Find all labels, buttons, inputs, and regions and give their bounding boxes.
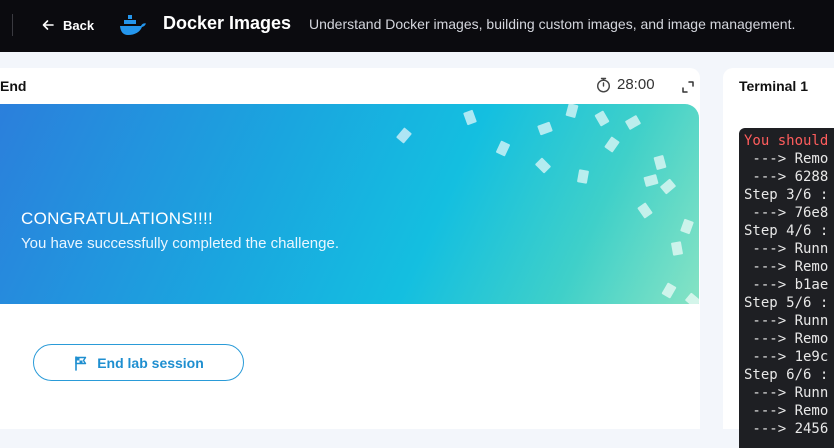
terminal-line: ---> 1e9c xyxy=(744,349,829,365)
confetti-piece xyxy=(653,154,667,171)
completion-message: You have successfully completed the chal… xyxy=(21,235,339,252)
confetti-piece xyxy=(680,218,694,235)
arrow-left-icon xyxy=(42,20,54,30)
terminal-line: ---> Remo xyxy=(744,151,829,167)
back-button[interactable]: Back xyxy=(40,13,94,37)
confetti-piece xyxy=(659,178,677,195)
timer-value: 28:00 xyxy=(617,76,655,93)
challenge-panel: End 28:00 CONGRATULATIONS!!!! You have s… xyxy=(0,68,700,429)
confetti-piece xyxy=(576,169,590,184)
confetti-piece xyxy=(537,121,553,136)
terminal-line: ---> Remo xyxy=(744,403,829,419)
stopwatch-icon xyxy=(596,77,611,93)
terminal-line: Step 5/6 : xyxy=(744,295,829,311)
confetti-piece xyxy=(624,114,642,131)
terminal-line: ---> b1ae xyxy=(744,277,829,293)
docker-whale-icon xyxy=(120,15,146,35)
terminal-line: ---> 76e8 xyxy=(744,205,829,221)
terminal-line: ---> Runn xyxy=(744,385,829,401)
terminal-line: Step 4/6 : xyxy=(744,223,829,239)
terminal-line: You should xyxy=(744,133,829,149)
terminal-line: ---> Runn xyxy=(744,313,829,329)
top-bar: Back Docker Images Understand Docker ima… xyxy=(0,0,834,52)
confetti-piece xyxy=(395,127,413,144)
terminal-line: ---> 6288 xyxy=(744,169,829,185)
terminal-output[interactable]: You should ---> Remo ---> 6288 Step 3/6 :… xyxy=(739,128,834,448)
confetti-piece xyxy=(670,241,684,256)
confetti-piece xyxy=(661,282,677,299)
confetti-piece xyxy=(463,109,477,126)
expand-icon[interactable] xyxy=(680,79,696,95)
confetti-piece xyxy=(594,110,610,127)
confetti-piece xyxy=(534,157,552,174)
confetti-piece xyxy=(495,140,511,157)
topbar-divider xyxy=(12,14,13,36)
end-lab-session-label: End lab session xyxy=(97,354,204,371)
terminal-line: ---> Remo xyxy=(744,259,829,275)
tab-terminal-1[interactable]: Terminal 1 xyxy=(723,68,824,104)
confetti-piece xyxy=(643,173,659,188)
terminal-panel: Terminal 1 You should ---> Remo ---> 628… xyxy=(723,68,834,448)
terminal-line: ---> Remo xyxy=(744,331,829,347)
confetti-piece xyxy=(565,104,579,119)
confetti-piece xyxy=(604,136,620,153)
congratulations-banner: CONGRATULATIONS!!!! You have successfull… xyxy=(0,104,699,304)
confetti-piece xyxy=(637,202,653,219)
page-subtitle: Understand Docker images, building custo… xyxy=(309,16,796,32)
flag-icon xyxy=(75,355,87,371)
tab-end[interactable]: End xyxy=(0,68,41,104)
terminal-line: Step 3/6 : xyxy=(744,187,829,203)
terminal-line: Step 6/6 : xyxy=(744,367,829,383)
page-title: Docker Images xyxy=(163,13,292,33)
back-label: Back xyxy=(63,17,95,33)
terminal-line: ---> 2456 xyxy=(744,421,829,437)
end-lab-session-button[interactable]: End lab session xyxy=(33,344,244,381)
timer: 28:00 xyxy=(596,76,655,93)
congratulations-title: CONGRATULATIONS!!!! xyxy=(21,209,214,228)
confetti-piece xyxy=(684,292,699,304)
terminal-line: ---> Runn xyxy=(744,241,829,257)
